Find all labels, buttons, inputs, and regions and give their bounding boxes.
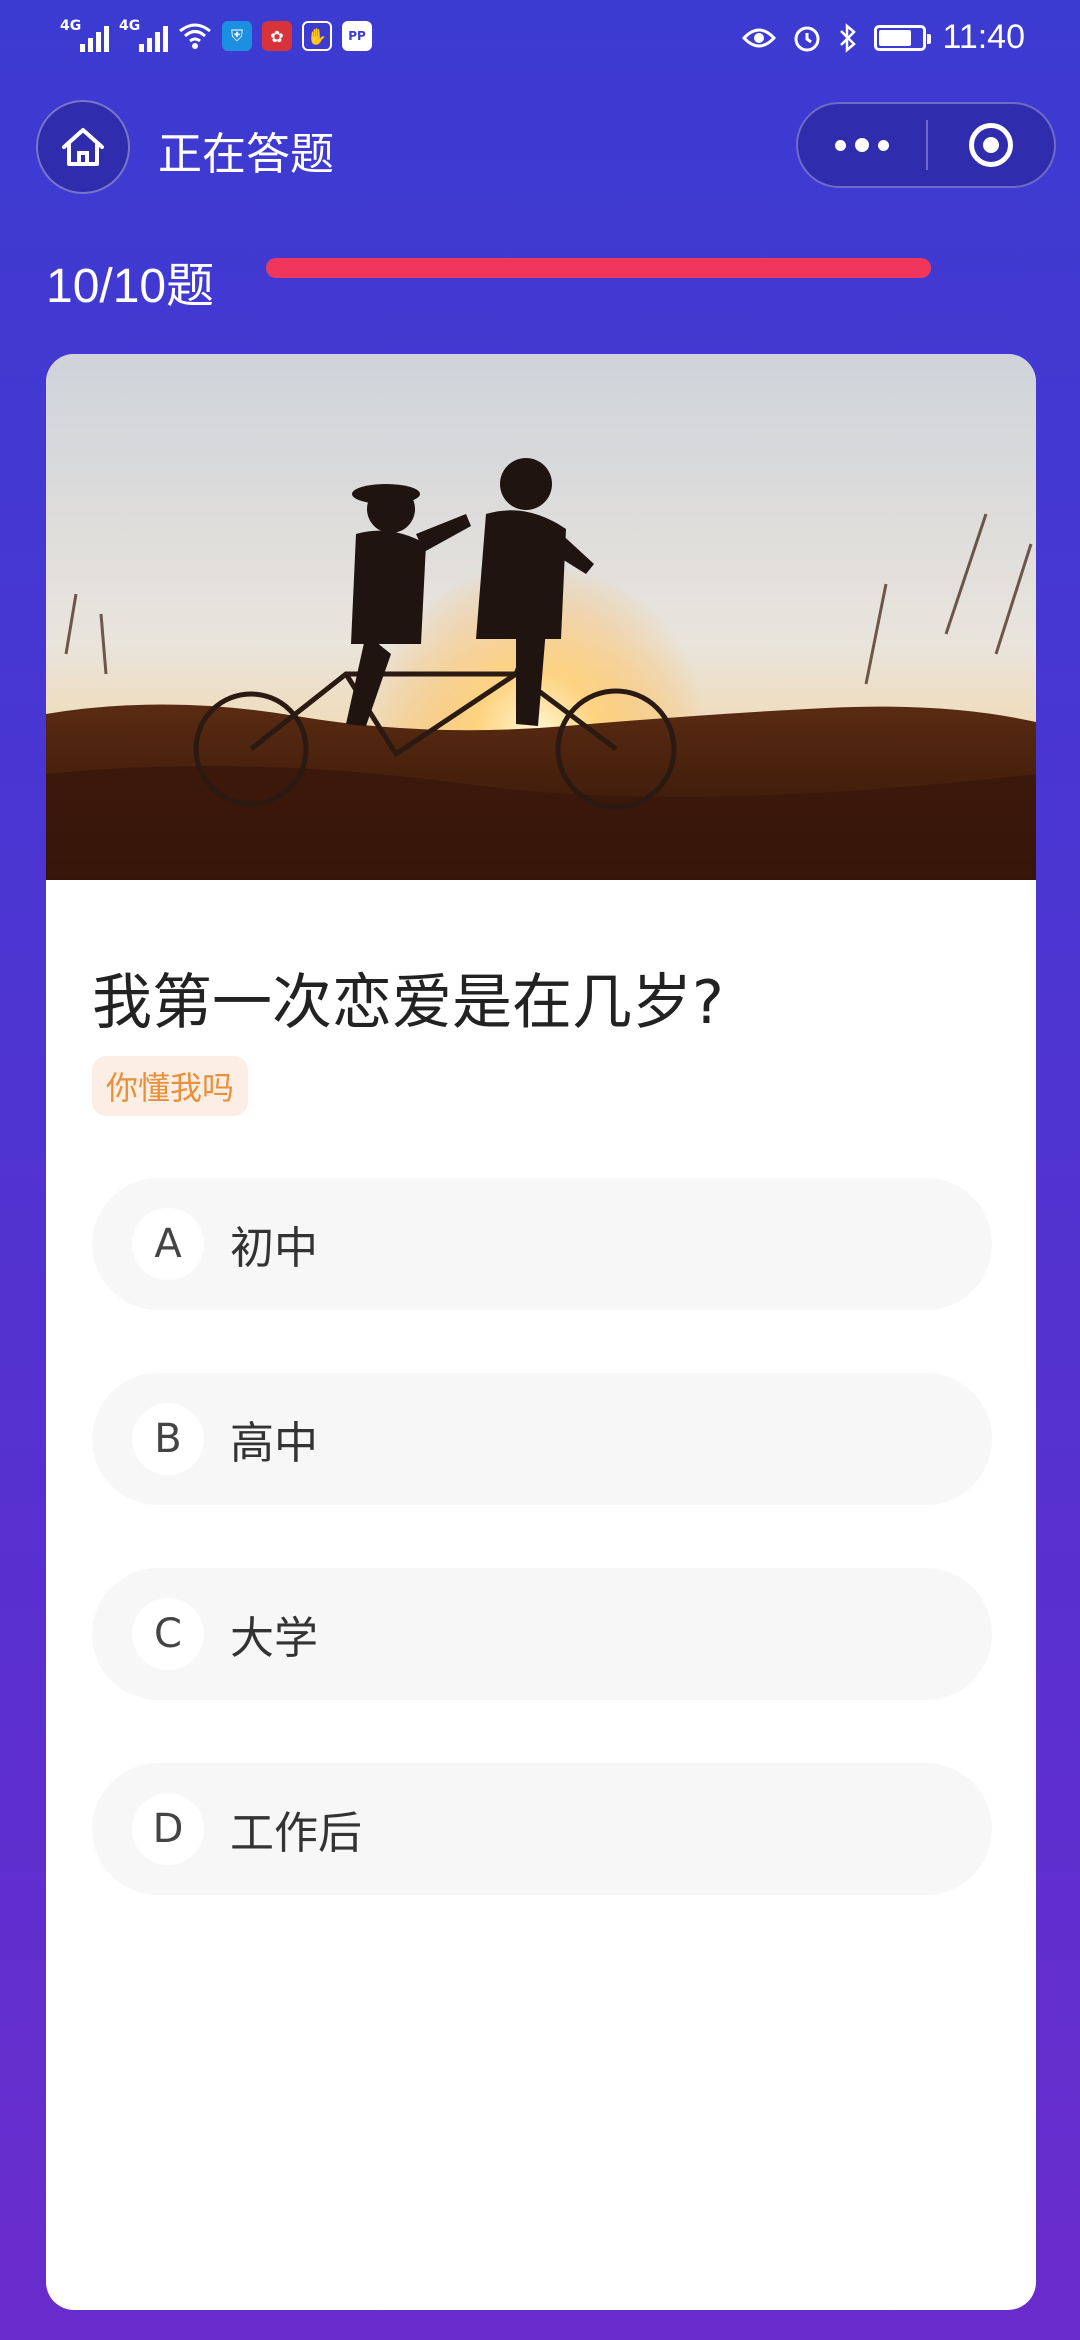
home-button[interactable] xyxy=(36,100,130,194)
more-button[interactable] xyxy=(798,104,926,186)
nav-bar: 正在答题 xyxy=(0,96,1080,196)
network-type-label: 4G xyxy=(60,18,82,34)
question-text: 我第一次恋爱是在几岁? xyxy=(92,968,724,1038)
option-a[interactable]: A 初中 xyxy=(92,1178,992,1310)
answer-options: A 初中 B 高中 C 大学 D 工作后 xyxy=(92,1178,992,1958)
signal-icon: 4G xyxy=(60,18,109,52)
status-left: 4G 4G ⛨ ✿ ✋ PP xyxy=(60,18,372,52)
option-text: 工作后 xyxy=(230,1808,362,1859)
alarm-icon xyxy=(794,26,820,51)
watermark: 知乎 @慧明医女 xyxy=(796,2274,1016,2309)
status-right: 11:40 xyxy=(742,18,1025,57)
option-letter: D xyxy=(132,1793,204,1865)
wifi-icon xyxy=(179,23,211,49)
page-title: 正在答题 xyxy=(158,129,334,180)
option-text: 大学 xyxy=(230,1613,318,1664)
target-close-icon xyxy=(969,123,1013,167)
more-dot-right xyxy=(878,139,889,151)
pp-app-icon: PP xyxy=(342,21,372,51)
bluetooth-icon xyxy=(840,22,857,53)
option-d[interactable]: D 工作后 xyxy=(92,1763,992,1895)
option-letter: C xyxy=(132,1598,204,1670)
more-dot-center xyxy=(855,138,869,152)
option-text: 初中 xyxy=(230,1223,318,1274)
progress-bar xyxy=(266,258,931,278)
option-text: 高中 xyxy=(230,1418,318,1469)
mini-program-capsule xyxy=(796,102,1056,188)
close-button[interactable] xyxy=(928,104,1054,186)
more-dots-icon xyxy=(835,139,846,151)
signal-icon-2: 4G xyxy=(119,18,168,52)
question-card: 我第一次恋爱是在几岁? 你懂我吗 A 初中 B 高中 C 大学 D 工作后 知乎… xyxy=(46,354,1036,2310)
eye-icon xyxy=(742,28,777,47)
battery-icon xyxy=(874,24,932,51)
network-type-label-2: 4G xyxy=(119,18,141,34)
home-icon xyxy=(62,128,104,166)
question-image xyxy=(46,354,1036,880)
progress-label: 10/10题 xyxy=(46,260,215,313)
option-letter: B xyxy=(132,1403,204,1475)
question-tag: 你懂我吗 xyxy=(92,1056,249,1116)
progress-fill xyxy=(266,258,931,278)
battery-fill xyxy=(879,29,912,46)
option-b[interactable]: B 高中 xyxy=(92,1373,992,1505)
shield-app-icon: ⛨ xyxy=(222,21,252,51)
huawei-app-icon: ✿ xyxy=(262,21,292,51)
status-bar: 4G 4G ⛨ ✿ ✋ PP 11:40 xyxy=(0,0,1080,80)
hand-app-icon: ✋ xyxy=(302,21,332,51)
quiz-screen: 4G 4G ⛨ ✿ ✋ PP 11:40 正在答题 10/10题 我第一次恋爱是… xyxy=(0,0,1080,2340)
status-time: 11:40 xyxy=(942,18,1025,56)
option-letter: A xyxy=(132,1208,204,1280)
option-c[interactable]: C 大学 xyxy=(92,1568,992,1700)
